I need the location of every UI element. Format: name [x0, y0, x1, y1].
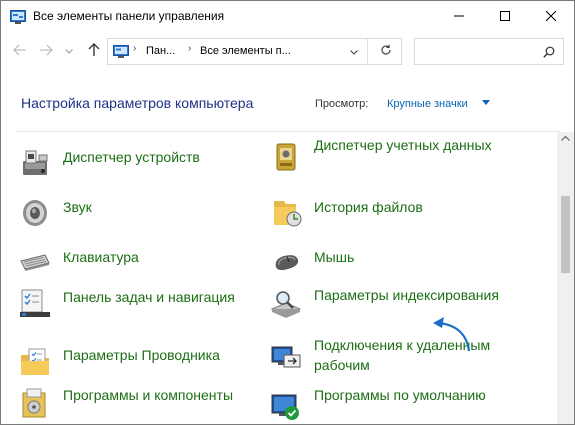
item-label: Диспетчер устройств	[63, 149, 200, 165]
item-label: Подключения к удаленным рабочим	[314, 337, 491, 373]
minimize-icon	[454, 8, 464, 26]
speaker-icon	[19, 197, 51, 229]
item-label: Клавиатура	[63, 249, 139, 265]
taskbar-icon	[19, 287, 51, 319]
close-button[interactable]	[528, 1, 574, 33]
breadcrumb-separator-icon: ›	[133, 43, 137, 54]
breadcrumb-separator-icon: ›	[188, 43, 192, 54]
item-file-history[interactable]: История файлов	[270, 195, 510, 241]
refresh-button[interactable]	[370, 39, 401, 64]
item-programs-features[interactable]: Программы и компоненты	[19, 385, 259, 424]
arrow-right-icon	[39, 44, 53, 59]
item-taskbar-navigation[interactable]: Панель задач и навигация	[19, 285, 259, 331]
title-bar: Все элементы панели управления	[1, 1, 574, 33]
maximize-button[interactable]	[482, 1, 528, 33]
item-label: Программы и компоненты	[63, 387, 234, 403]
device-manager-icon	[19, 147, 51, 179]
item-credential-manager[interactable]: Диспетчер учетных данных	[270, 135, 510, 181]
arrow-left-icon	[13, 44, 27, 59]
navigation-bar: › Пан... › Все элементы п...	[1, 33, 574, 71]
remote-desktop-icon	[270, 341, 302, 373]
credential-manager-icon	[270, 141, 302, 173]
header-divider	[15, 131, 560, 132]
control-panel-icon	[10, 10, 26, 24]
close-icon	[545, 8, 557, 26]
item-label: Параметры Проводника	[63, 347, 220, 363]
control-panel-icon	[113, 45, 129, 58]
indexing-options-icon	[270, 287, 302, 319]
item-label: Диспетчер учетных данных	[314, 137, 492, 153]
search-input[interactable]	[414, 38, 564, 65]
annotation-arrow-icon	[433, 317, 471, 352]
item-label: Мышь	[314, 249, 355, 265]
scrollbar-thumb[interactable]	[561, 196, 570, 273]
address-dropdown-button[interactable]	[340, 39, 368, 64]
refresh-icon	[380, 43, 392, 61]
control-panel-window: Все элементы панели управления › Пан... …	[0, 0, 575, 425]
view-by-dropdown[interactable]: Крупные значки	[387, 98, 468, 110]
up-button[interactable]	[83, 39, 105, 63]
caret-down-icon[interactable]	[482, 100, 490, 105]
back-button[interactable]	[9, 39, 31, 63]
arrow-up-icon	[88, 42, 100, 60]
breadcrumb-all-items[interactable]: Все элементы п...	[200, 45, 291, 57]
mouse-icon	[270, 247, 302, 279]
address-bar[interactable]: › Пан... › Все элементы п...	[107, 38, 402, 65]
programs-features-icon	[19, 387, 51, 419]
folder-options-icon	[19, 347, 51, 379]
chevron-down-icon	[65, 46, 73, 56]
forward-button[interactable]	[35, 39, 57, 63]
window-title: Все элементы панели управления	[33, 9, 225, 23]
minimize-button[interactable]	[436, 1, 482, 33]
scroll-up-icon[interactable]	[561, 134, 570, 143]
item-label: Звук	[63, 199, 92, 215]
item-label: Программы по умолчанию	[314, 387, 486, 403]
file-history-icon	[270, 197, 302, 229]
item-sound[interactable]: Звук	[19, 195, 259, 241]
recent-locations-button[interactable]	[61, 39, 77, 63]
maximize-icon	[500, 8, 510, 26]
vertical-scrollbar[interactable]	[557, 132, 574, 424]
keyboard-icon	[19, 247, 51, 279]
item-label: Панель задач и навигация	[63, 289, 235, 305]
item-default-programs[interactable]: Программы по умолчанию	[270, 385, 510, 424]
item-device-manager[interactable]: Диспетчер устройств	[19, 145, 259, 191]
view-by-label: Просмотр:	[315, 98, 369, 110]
default-programs-icon	[270, 391, 302, 423]
item-label: История файлов	[314, 199, 423, 215]
search-icon	[543, 45, 555, 63]
breadcrumb-control-panel[interactable]: Пан...	[146, 45, 175, 57]
item-label: Параметры индексирования	[314, 287, 499, 303]
chevron-down-icon	[349, 47, 358, 57]
page-title: Настройка параметров компьютера	[21, 95, 254, 111]
